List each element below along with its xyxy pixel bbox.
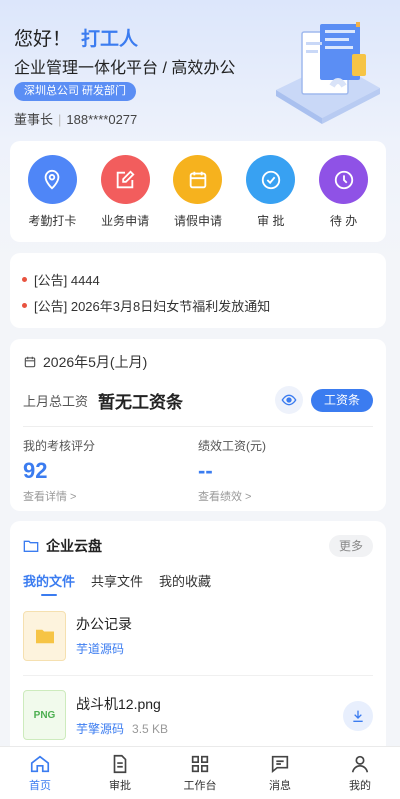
png-file-icon: PNG: [23, 690, 66, 740]
tab-approval[interactable]: 审批: [80, 747, 160, 799]
download-icon[interactable]: [343, 701, 373, 731]
tab-messages[interactable]: 消息: [240, 747, 320, 799]
role-line: 董事长 | 188****0277: [14, 109, 137, 128]
file-size: 3.5 KB: [132, 721, 169, 736]
bullet-dot: [22, 302, 27, 308]
tab-label: 审批: [109, 780, 131, 792]
quick-action-todo[interactable]: 待 办: [312, 155, 376, 242]
location-pin-icon: [27, 155, 77, 204]
clock-icon: [319, 155, 369, 204]
salary-stats: 我的考核评分 92 查看详情 > 绩效工资(元) -- 查看绩效 >: [23, 437, 373, 504]
folder-icon: [23, 610, 66, 661]
last-month-value: 暂无工资条: [98, 392, 184, 412]
notice-item[interactable]: [公告] 4444: [22, 268, 374, 290]
score-column: 我的考核评分 92 查看详情 >: [23, 437, 198, 504]
salary-period-text: 2026年5月(上月): [43, 354, 148, 370]
quick-action-label: 请假申请: [173, 214, 222, 228]
cloud-tabs: 我的文件 共享文件 我的收藏: [23, 571, 373, 596]
divider: |: [58, 112, 62, 127]
file-item[interactable]: 办公记录 芋道源码: [23, 596, 373, 675]
file-info: 战斗机12.png 芋擎源码 3.5 KB: [76, 694, 168, 737]
tab-label: 首页: [29, 780, 51, 792]
tab-label: 消息: [269, 780, 291, 792]
quick-action-label: 待 办: [329, 214, 358, 228]
quick-action-label: 考勤打卡: [28, 214, 77, 228]
file-owner: 芋道源码: [76, 642, 125, 656]
greeting: 您好！ 打工人: [14, 24, 138, 51]
notice-text: [公告] 4444: [34, 272, 100, 288]
score-label: 我的考核评分: [23, 439, 96, 453]
score-detail-link[interactable]: 查看详情 >: [23, 488, 198, 504]
performance-column: 绩效工资(元) -- 查看绩效 >: [198, 437, 373, 504]
user-icon: [351, 755, 369, 773]
performance-value: --: [198, 458, 213, 483]
grid-icon: [191, 755, 209, 773]
tab-shared-files[interactable]: 共享文件: [91, 571, 143, 596]
tab-workbench[interactable]: 工作台: [160, 747, 240, 799]
tab-my-files[interactable]: 我的文件: [23, 571, 75, 596]
file-item[interactable]: PNG 战斗机12.png 芋擎源码 3.5 KB: [23, 675, 373, 754]
divider: [23, 426, 373, 427]
quick-action-business-request[interactable]: 业务申请: [93, 155, 157, 242]
salary-slip-button[interactable]: 工资条: [310, 388, 373, 412]
dept-badge: 深圳总公司 研发部门: [14, 82, 137, 101]
quick-actions-card: 考勤打卡 业务申请 请假申请 审 批 待 办: [10, 141, 386, 242]
document-icon: [113, 754, 127, 774]
calendar-icon: [173, 155, 223, 204]
slogan: 企业管理一体化平台 / 高效办公: [14, 60, 236, 77]
tab-favorites[interactable]: 我的收藏: [159, 571, 211, 596]
quick-action-label: 业务申请: [101, 214, 150, 228]
file-type-label: PNG: [33, 709, 56, 721]
quick-action-leave-request[interactable]: 请假申请: [166, 155, 230, 242]
office-illustration-icon: [276, 22, 380, 124]
salary-card: 2026年5月(上月) 上月总工资 暂无工资条 工资条 我的考核评分 92 查看…: [10, 339, 386, 511]
last-month-salary-row: 上月总工资 暂无工资条 工资条: [23, 386, 373, 414]
role-text: 董事长: [14, 112, 54, 127]
notice-text: [公告] 2026年3月8日妇女节福利发放通知: [34, 298, 271, 314]
file-info: 办公记录 芋道源码: [76, 614, 132, 657]
file-owner: 芋擎源码: [76, 721, 125, 736]
phone-text: 188****0277: [66, 112, 138, 127]
home-icon: [30, 755, 50, 773]
eye-icon[interactable]: [274, 386, 303, 414]
performance-label: 绩效工资(元): [198, 439, 266, 453]
file-meta: 芋道源码: [76, 640, 132, 657]
last-month-label: 上月总工资: [23, 393, 89, 409]
file-meta: 芋擎源码 3.5 KB: [76, 720, 168, 737]
folder-icon: [23, 540, 39, 552]
check-circle-icon: [246, 155, 296, 204]
file-name: 办公记录: [76, 616, 132, 632]
bullet-dot: [22, 276, 27, 282]
calendar-icon: [24, 356, 36, 368]
user-name: 打工人: [81, 29, 139, 50]
tab-profile[interactable]: 我的: [320, 747, 400, 799]
tab-label: 我的: [349, 780, 371, 792]
greeting-text: 您好！: [14, 29, 72, 50]
quick-action-label: 审 批: [257, 214, 285, 228]
edit-icon: [100, 155, 150, 204]
tab-home[interactable]: 首页: [0, 747, 80, 799]
cloud-drive-card: 企业云盘 更多 我的文件 共享文件 我的收藏 办公记录 芋道源码 PNG 战斗机…: [10, 521, 386, 761]
more-button[interactable]: 更多: [328, 535, 373, 557]
tab-label: 工作台: [183, 780, 217, 792]
notice-item[interactable]: [公告] 2026年3月8日妇女节福利发放通知: [22, 294, 374, 316]
bottom-tab-bar: 首页 审批 工作台 消息 我的: [0, 746, 400, 799]
file-name: 战斗机12.png: [76, 695, 161, 712]
message-icon: [271, 755, 289, 774]
cloud-drive-header: 企业云盘 更多: [23, 535, 373, 557]
score-value: 92: [23, 458, 48, 483]
cloud-drive-title: 企业云盘: [46, 538, 102, 554]
performance-detail-link[interactable]: 查看绩效 >: [198, 488, 373, 504]
salary-period: 2026年5月(上月): [23, 352, 373, 372]
quick-action-approval[interactable]: 审 批: [239, 155, 303, 242]
notice-card: [公告] 4444 [公告] 2026年3月8日妇女节福利发放通知: [10, 253, 386, 328]
quick-action-attendance[interactable]: 考勤打卡: [20, 155, 84, 242]
